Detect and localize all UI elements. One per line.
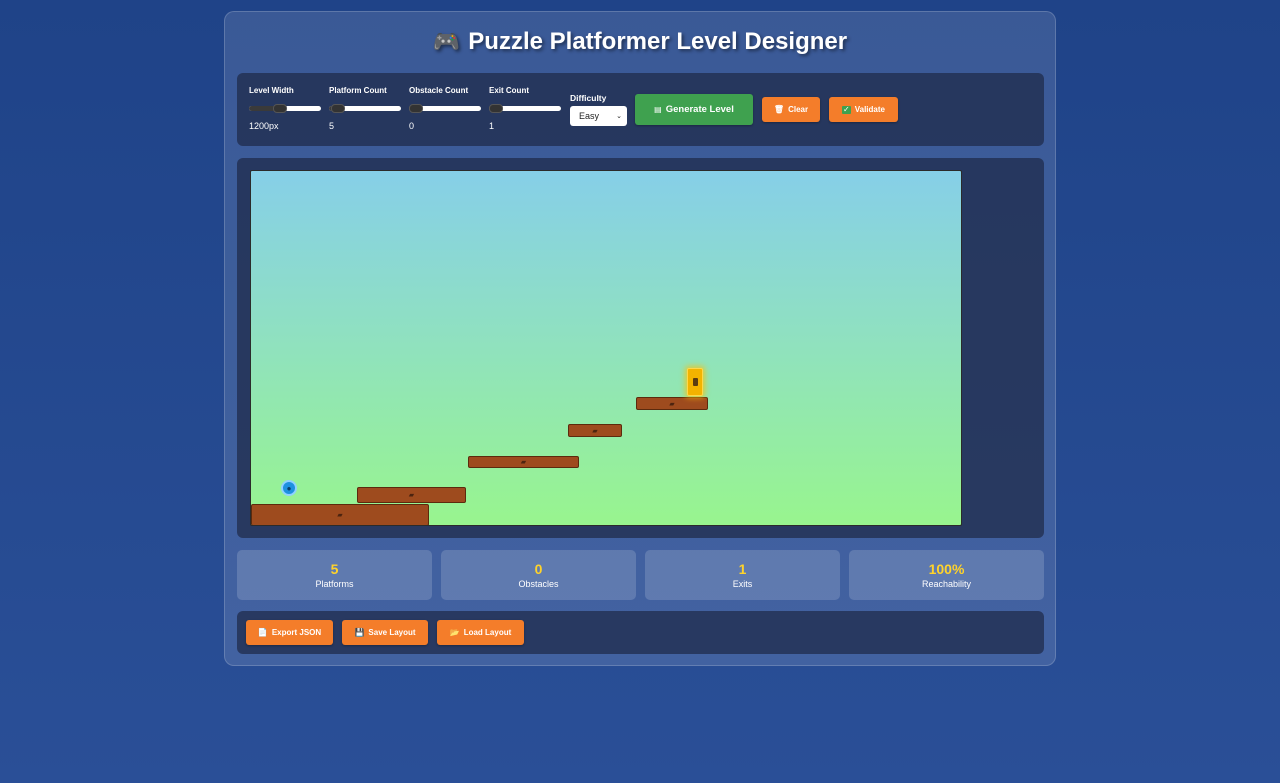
stat-label: Obstacles (518, 579, 559, 589)
generate-level-label: Generate Level (665, 104, 734, 115)
platform-5[interactable]: ▰ (636, 397, 708, 410)
obstacle-count-value: 0 (409, 121, 415, 131)
load-layout-button[interactable]: 📂 Load Layout (437, 620, 524, 645)
exit-count-label: Exit Count (489, 86, 529, 95)
stat-label: Exits (732, 579, 753, 589)
stat-value: 100% (928, 561, 965, 577)
export-json-label: Export JSON (271, 628, 322, 637)
difficulty-label: Difficulty (570, 93, 607, 103)
platform-4[interactable]: ▰ (568, 424, 622, 437)
game-controller-icon: 🎮 (432, 29, 461, 54)
validate-button[interactable]: ✓ Validate (829, 97, 898, 122)
brick-icon: ▰ (669, 400, 675, 408)
level-canvas[interactable]: ▰ ▰ ▰ ▰ ▰ ● (250, 170, 962, 526)
difficulty-control: Difficulty Easy ⌄ (570, 93, 627, 126)
difficulty-selected-value: Easy (579, 111, 600, 121)
save-layout-label: Save Layout (368, 628, 416, 637)
platform-1[interactable]: ▰ (251, 504, 429, 525)
level-width-slider[interactable] (249, 104, 321, 113)
brick-icon: ▰ (337, 512, 343, 519)
obstacle-count-slider[interactable] (409, 104, 481, 113)
obstacle-count-control: Obstacle Count 0 (409, 86, 481, 131)
floppy-disk-icon: 💾 (354, 627, 365, 637)
obstacle-count-label: Obstacle Count (409, 86, 469, 95)
level-width-control: Level Width 1200px (249, 86, 321, 131)
save-layout-button[interactable]: 💾 Save Layout (342, 620, 428, 645)
checkmark-icon: ✓ (842, 104, 851, 114)
difficulty-select[interactable]: Easy ⌄ (570, 106, 627, 126)
platform-count-value: 5 (329, 121, 335, 131)
stat-card-exits: 1 Exits (645, 550, 840, 600)
canvas-panel: ▰ ▰ ▰ ▰ ▰ ● (237, 158, 1044, 538)
chevron-down-icon: ⌄ (616, 113, 622, 120)
page-title-text: Puzzle Platformer Level Designer (468, 28, 848, 55)
stat-label: Platforms (315, 579, 354, 589)
exit-count-slider[interactable] (489, 104, 561, 113)
level-width-value: 1200px (249, 121, 279, 131)
actions-panel: 📄 Export JSON 💾 Save Layout 📂 Load Layou… (237, 611, 1044, 654)
clear-button[interactable]: 🗑 Clear (762, 97, 820, 122)
export-json-button[interactable]: 📄 Export JSON (246, 620, 333, 645)
level-designer-app: 🎮 Puzzle Platformer Level Designer Level… (224, 11, 1056, 666)
exit-count-slider-handle[interactable] (489, 104, 503, 113)
platform-2[interactable]: ▰ (357, 487, 466, 503)
exit-door[interactable] (687, 368, 703, 396)
load-layout-label: Load Layout (463, 628, 512, 637)
platform-count-label: Platform Count (329, 86, 387, 95)
exit-count-control: Exit Count 1 (489, 86, 561, 131)
player-spawn[interactable]: ● (281, 480, 297, 496)
door-icon (692, 378, 698, 386)
validate-label: Validate (854, 105, 885, 114)
level-width-label: Level Width (249, 86, 294, 95)
brick-icon: ▰ (408, 492, 415, 499)
platform-count-slider-handle[interactable] (331, 104, 345, 113)
controls-panel: Level Width 1200px Platform Count 5 Obst… (237, 73, 1044, 146)
stack-icon: ▤ (654, 104, 662, 114)
brick-icon: ▰ (520, 459, 527, 466)
clear-label: Clear (788, 105, 809, 114)
generate-level-button[interactable]: ▤ Generate Level (635, 94, 753, 125)
exit-count-value: 1 (489, 121, 495, 131)
trash-icon: 🗑 (773, 104, 785, 114)
platform-count-slider[interactable] (329, 104, 401, 113)
level-width-slider-handle[interactable] (273, 104, 287, 113)
page-title: 🎮 Puzzle Platformer Level Designer (225, 28, 1055, 56)
player-icon: ● (286, 483, 292, 493)
folder-icon: 📂 (449, 627, 460, 637)
stat-card-reachability: 100% Reachability (849, 550, 1044, 600)
stat-value: 1 (738, 561, 747, 577)
stat-card-obstacles: 0 Obstacles (441, 550, 636, 600)
platform-count-control: Platform Count 5 (329, 86, 401, 131)
stat-label: Reachability (921, 579, 972, 589)
brick-icon: ▰ (592, 427, 598, 435)
stat-value: 5 (330, 561, 339, 577)
obstacle-count-slider-handle[interactable] (409, 104, 423, 113)
document-icon: 📄 (257, 627, 268, 637)
stat-card-platforms: 5 Platforms (237, 550, 432, 600)
platform-3[interactable]: ▰ (468, 456, 579, 468)
stat-value: 0 (534, 561, 543, 577)
